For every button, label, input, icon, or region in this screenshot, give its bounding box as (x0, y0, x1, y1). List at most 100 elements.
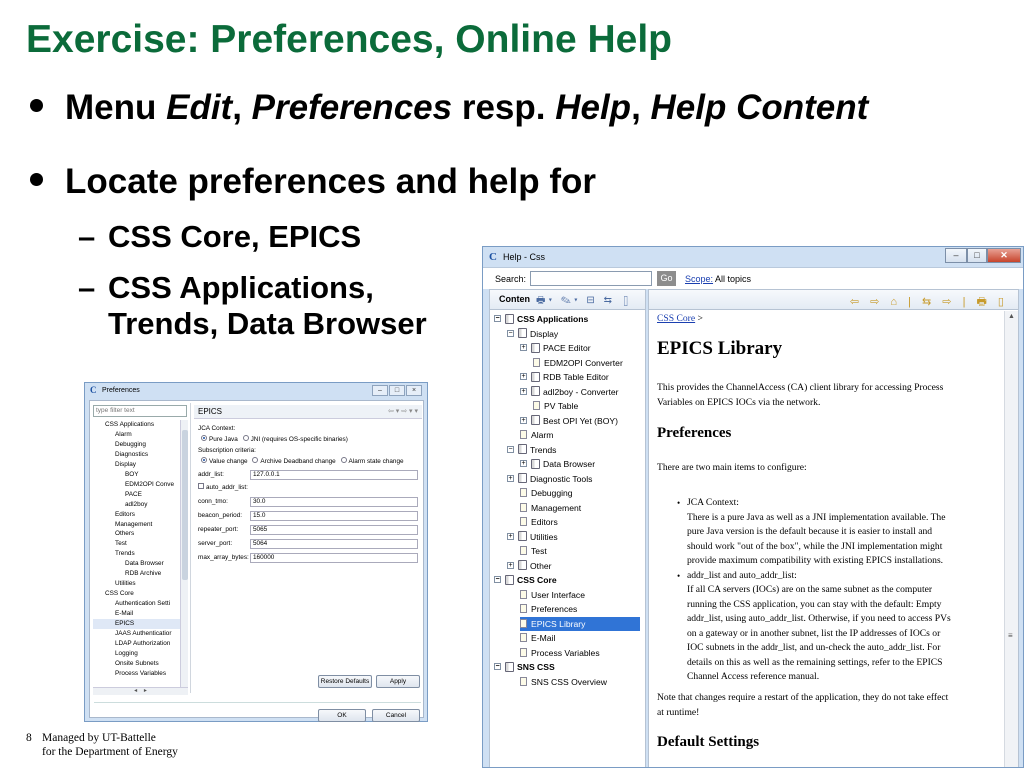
search-input[interactable] (530, 271, 652, 286)
help-tree-item[interactable]: + PACE Editor (520, 341, 591, 355)
contents-toolbar-icons[interactable]: 🖶▾ ✎▾ ⊟ ⇆ ▯ (536, 293, 634, 310)
radio-alarm-state[interactable] (340, 457, 347, 464)
filter-input[interactable]: type filter text (93, 405, 187, 417)
preferences-titlebar[interactable]: C Preferences – □ × (85, 383, 427, 400)
cancel-button[interactable]: Cancel (372, 709, 420, 722)
help-tree-item[interactable]: − SNS CSS (494, 660, 555, 674)
close-icon[interactable]: × (406, 385, 422, 396)
help-titlebar[interactable]: C Help - Css – □ ✕ (483, 247, 1023, 267)
tree-hscrollbar[interactable]: ◂ ▸ (93, 687, 188, 695)
expand-icon[interactable]: + (520, 344, 527, 352)
pref-tree-item[interactable]: Data Browser (93, 559, 185, 569)
apply-button[interactable]: Apply (376, 675, 420, 688)
help-tree-item[interactable]: + Diagnostic Tools (507, 472, 592, 486)
conn-tmo-input[interactable]: 30.0 (250, 497, 418, 507)
help-tree-item[interactable]: User Interface (520, 588, 585, 602)
scroll-thumb[interactable] (182, 430, 188, 580)
pref-tree-item[interactable]: Editors (93, 510, 185, 520)
tab-contents[interactable]: Conten (499, 294, 530, 304)
help-tree-item[interactable]: PV Table (533, 399, 578, 413)
expand-icon[interactable]: + (520, 373, 527, 381)
expand-icon[interactable]: + (507, 561, 514, 569)
pref-tree-item[interactable]: BOY (93, 470, 185, 480)
scroll-up-icon[interactable]: ▲ (1005, 311, 1018, 323)
help-tree-item[interactable]: Process Variables (520, 646, 600, 660)
pref-tree-item[interactable]: CSS Applications (93, 420, 185, 430)
collapse-icon[interactable]: − (494, 663, 501, 671)
help-tree-item[interactable]: − CSS Applications (494, 312, 588, 326)
maximize-icon[interactable]: □ (389, 385, 405, 396)
content-toolbar-icons[interactable]: ⇦ ⇨ ⌂ | ⇆ ⇨ | 🖶 ▯ (850, 293, 1008, 312)
expand-icon[interactable]: + (520, 460, 527, 468)
collapse-icon[interactable]: − (507, 445, 514, 453)
pref-tree-item[interactable]: Debugging (93, 440, 185, 450)
minimize-icon[interactable]: – (372, 385, 388, 396)
help-tree-item[interactable]: + RDB Table Editor (520, 370, 609, 384)
pref-tree-item[interactable]: Others (93, 529, 185, 539)
pref-tree-item[interactable]: LDAP Authorization (93, 639, 185, 649)
help-tree-item[interactable]: − Trends (507, 443, 556, 457)
pref-tree-item[interactable]: Test (93, 539, 185, 549)
pref-tree-item[interactable]: Authentication Setti (93, 599, 185, 609)
pref-tree-item[interactable]: CSS Core (93, 589, 185, 599)
pref-tree-item[interactable]: JAAS Authenticatior (93, 629, 185, 639)
server-port-input[interactable]: 5064 (250, 539, 418, 549)
pref-tree-item[interactable]: Display (93, 460, 185, 470)
help-tree-item[interactable]: Debugging (520, 486, 573, 500)
content-scrollbar[interactable]: ▲ ≡ (1004, 311, 1018, 767)
radio-pure-java[interactable] (201, 435, 207, 442)
restore-defaults-button[interactable]: Restore Defaults (318, 675, 372, 688)
pref-tree-item[interactable]: Diagnostics (93, 450, 185, 460)
ok-button[interactable]: OK (318, 709, 366, 722)
beacon-period-input[interactable]: 15.0 (250, 511, 418, 521)
checkbox[interactable] (198, 483, 204, 490)
help-tree-item[interactable]: − CSS Core (494, 573, 557, 587)
help-tree-item[interactable]: + Utilities (507, 530, 558, 544)
pref-tree-item[interactable]: EDM2OPI Conve (93, 480, 185, 490)
help-tree-item[interactable]: Preferences (520, 602, 577, 616)
expand-icon[interactable]: + (520, 416, 527, 424)
help-tree-item[interactable]: + Best OPI Yet (BOY) (520, 414, 618, 428)
pref-tree-item[interactable]: Logging (93, 649, 185, 659)
radio-value-change[interactable] (201, 457, 207, 464)
expand-icon[interactable]: + (507, 474, 514, 482)
pref-tree-item[interactable]: EPICS (93, 619, 185, 630)
help-tree-item[interactable]: SNS CSS Overview (520, 675, 607, 689)
breadcrumb-link[interactable]: CSS Core (657, 313, 695, 324)
auto-addr-list-checkbox[interactable]: auto_addr_list: (198, 483, 248, 491)
max-array-bytes-input[interactable]: 160000 (250, 553, 418, 563)
history-nav-icons[interactable]: ⇦ ▾ ⇨ ▾ ▾ (388, 405, 418, 419)
help-tree-item[interactable]: E-Mail (520, 631, 555, 645)
go-button[interactable]: Go (657, 271, 676, 286)
addr-list-input[interactable]: 127.0.0.1 (250, 470, 418, 480)
pref-tree-item[interactable]: adl2boy (93, 500, 185, 510)
expand-icon[interactable]: + (520, 387, 527, 395)
collapse-icon[interactable]: − (494, 315, 501, 323)
maximize-icon[interactable]: □ (967, 248, 987, 263)
help-tree-item[interactable]: Management (520, 501, 581, 515)
pref-tree-item[interactable]: Management (93, 520, 185, 530)
help-tree-item[interactable]: + Other (507, 559, 552, 573)
tree-scrollbar[interactable] (180, 420, 188, 688)
pref-tree-item[interactable]: Onsite Subnets (93, 659, 185, 669)
scroll-grip-icon[interactable]: ≡ (1008, 631, 1013, 640)
close-icon[interactable]: ✕ (987, 248, 1021, 263)
repeater-port-input[interactable]: 5065 (250, 525, 418, 535)
pref-tree-item[interactable]: RDB Archive (93, 569, 185, 579)
help-tree-item[interactable]: Test (520, 544, 547, 558)
radio-archive-deadband[interactable] (252, 457, 259, 464)
radio-jni[interactable] (242, 435, 249, 442)
pref-tree-item[interactable]: PACE (93, 490, 185, 500)
help-tree-item[interactable]: + Data Browser (520, 457, 595, 471)
pref-tree-item[interactable]: Process Variables (93, 669, 185, 679)
help-tree-item[interactable]: + adl2boy - Converter (520, 385, 618, 399)
pref-tree-item[interactable]: Alarm (93, 430, 185, 440)
minimize-icon[interactable]: – (945, 248, 967, 263)
collapse-icon[interactable]: − (494, 576, 501, 584)
help-tree-item[interactable]: EPICS Library (520, 616, 640, 631)
pref-tree-item[interactable]: Trends (93, 549, 185, 559)
pref-tree-item[interactable]: Utilities (93, 579, 185, 589)
help-tree-item[interactable]: EDM2OPI Converter (533, 356, 623, 370)
pref-tree-item[interactable]: E-Mail (93, 609, 185, 619)
expand-icon[interactable]: + (507, 532, 514, 540)
